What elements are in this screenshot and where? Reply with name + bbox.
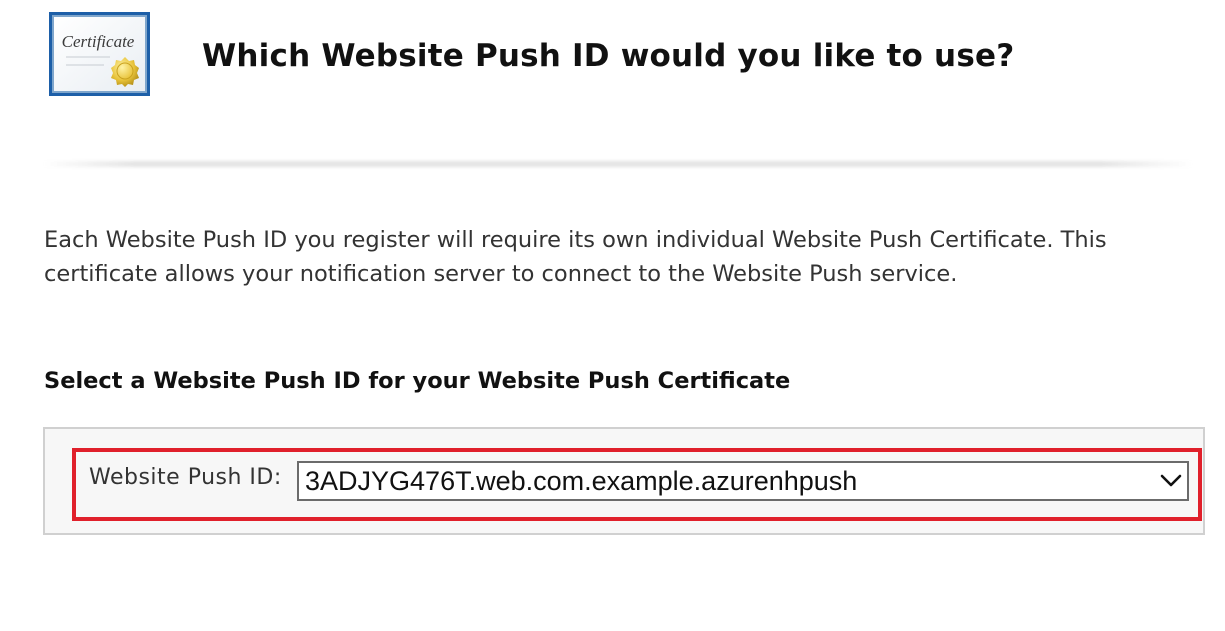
selected-value: 3ADJYG476T.web.com.example.azurenhpush (305, 466, 858, 496)
chevron-down-icon (1159, 473, 1183, 489)
svg-text:Certificate: Certificate (62, 32, 135, 51)
website-push-id-label: Website Push ID: (89, 465, 282, 490)
certificate-icon: Certificate (48, 11, 151, 97)
section-divider (43, 161, 1193, 167)
page-title: Which Website Push ID would you like to … (202, 38, 1015, 74)
section-heading: Select a Website Push ID for your Websit… (44, 368, 791, 394)
website-push-id-select[interactable]: 3ADJYG476T.web.com.example.azurenhpush (297, 461, 1189, 501)
intro-description: Each Website Push ID you register will r… (44, 227, 1107, 287)
